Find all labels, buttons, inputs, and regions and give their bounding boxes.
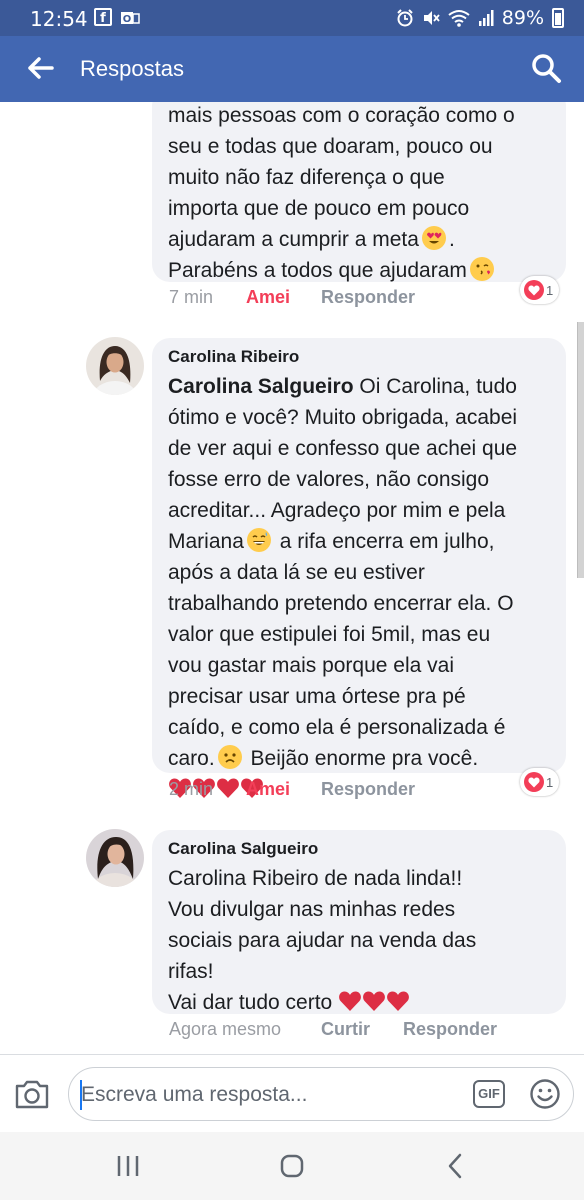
comment-author[interactable]: Carolina Ribeiro (168, 338, 550, 368)
system-nav-bar (0, 1132, 584, 1200)
reaction-badge[interactable]: 1 (520, 276, 560, 304)
outlook-icon: O (120, 8, 140, 26)
reaction-count: 1 (546, 282, 554, 298)
reply-button[interactable]: Responder (321, 287, 415, 308)
heart-emoji-icon (363, 991, 385, 1011)
wifi-icon (448, 10, 470, 27)
mention-link[interactable]: Carolina Salgueiro (168, 375, 354, 398)
battery-percent: 89% (501, 7, 544, 29)
reply-composer: GIF (0, 1054, 584, 1133)
avatar[interactable] (86, 829, 144, 887)
love-reaction-icon (524, 772, 544, 792)
home-icon[interactable] (272, 1150, 312, 1182)
replies-list[interactable]: mais pessoas com o coração como o seu e … (0, 102, 584, 1054)
reply-field-container: GIF (68, 1067, 574, 1121)
comment-bubble: Carolina Salgueiro Carolina Ribeiro de n… (152, 830, 566, 1014)
battery-icon (552, 8, 564, 28)
comment-text: mais pessoas com o coração como o seu e … (168, 104, 515, 282)
app-header: Respostas (0, 36, 584, 102)
heart-eyes-emoji-icon (421, 226, 446, 250)
comment-text: Carolina Salgueiro Oi Carolina, tudo óti… (168, 371, 550, 804)
reply-button[interactable]: Responder (321, 779, 415, 800)
comment-actions: 2 min Amei Responder (169, 779, 415, 800)
avatar[interactable] (86, 337, 144, 395)
signal-icon (478, 10, 494, 26)
recent-apps-icon[interactable] (108, 1150, 148, 1182)
reaction-badge[interactable]: 1 (520, 768, 560, 796)
sweat-smile-emoji-icon (246, 528, 271, 552)
svg-text:O: O (123, 14, 132, 25)
status-time: 12:54 (30, 7, 88, 31)
page-title: Respostas (80, 56, 184, 81)
comment-author[interactable]: Carolina Salgueiro (168, 830, 550, 860)
comment-time: 2 min (169, 779, 214, 799)
reply-input[interactable] (79, 1078, 463, 1112)
camera-icon[interactable] (14, 1077, 50, 1111)
facebook-icon: f (94, 8, 112, 26)
search-icon[interactable] (528, 50, 564, 86)
like-button[interactable]: Curtir (321, 1019, 403, 1040)
frowning-emoji-icon (217, 745, 242, 769)
status-bar: 12:54 f O 89% (0, 0, 584, 36)
comment-bubble: mais pessoas com o coração como o seu e … (152, 102, 566, 282)
mute-icon (423, 11, 440, 25)
comment-time: Agora mesmo (169, 1019, 282, 1039)
heart-emoji-icon (387, 991, 409, 1011)
alarm-icon (397, 9, 413, 27)
comment-time: 7 min (169, 287, 214, 307)
back-nav-icon[interactable] (436, 1150, 476, 1182)
back-arrow-icon[interactable] (22, 50, 58, 86)
scrollbar[interactable] (577, 322, 584, 578)
gif-button[interactable]: GIF (473, 1080, 505, 1108)
comment-actions: 7 min Amei Responder (169, 287, 415, 308)
kissing-wink-emoji-icon (469, 257, 494, 281)
love-button[interactable]: Amei (246, 779, 321, 800)
love-button[interactable]: Amei (246, 287, 321, 308)
comment-text: Carolina Ribeiro de nada linda!! Vou div… (168, 867, 477, 1014)
emoji-picker-icon[interactable] (529, 1078, 561, 1110)
love-reaction-icon (524, 280, 544, 300)
reaction-count: 1 (546, 774, 554, 790)
comment-actions: Agora mesmo Curtir Responder (169, 1019, 497, 1040)
reply-button[interactable]: Responder (403, 1019, 497, 1040)
heart-emoji-icon (339, 991, 361, 1011)
comment-bubble: Carolina Ribeiro Carolina Salgueiro Oi C… (152, 338, 566, 798)
